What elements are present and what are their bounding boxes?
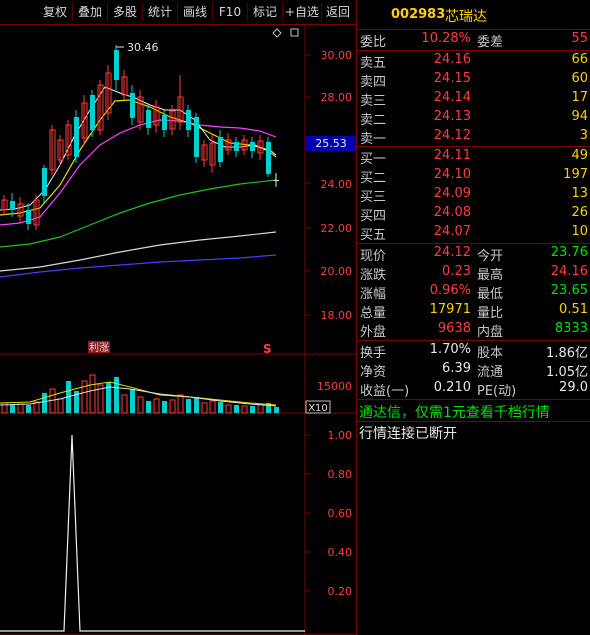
connection-status: 行情连接已断开: [359, 426, 457, 442]
price-tick-30: 30.00: [321, 49, 353, 62]
quote-row-pct: 涨幅 0.96% 最低 23.65: [360, 283, 588, 302]
svg-text:利涨: 利涨: [89, 342, 109, 354]
ask-row-3[interactable]: 卖三 24.14 17: [357, 90, 590, 109]
candlesticks: [1, 45, 279, 230]
bid-row-2[interactable]: 买二 24.10 197: [357, 167, 590, 186]
volume-tick-15000: 15000: [317, 380, 352, 393]
ask-row-2[interactable]: 卖二 24.13 94: [357, 109, 590, 128]
bid-row-5[interactable]: 买五 24.07 10: [357, 224, 590, 243]
stock-title: 002983 芯瑞达: [357, 0, 590, 30]
price-tick-20: 20.00: [321, 265, 353, 278]
quote-row-change: 涨跌 0.23 最高 24.16: [360, 264, 588, 283]
quote-row-price: 现价 24.12 今开 23.76: [360, 245, 588, 264]
price-tick-18: 18.00: [321, 309, 353, 322]
bid-row-1[interactable]: 买一 24.11 49: [357, 148, 590, 167]
volume-multiplier: X10: [308, 403, 328, 414]
back-button[interactable]: 返回: [322, 3, 354, 21]
ask-row-4[interactable]: 卖四 24.15 60: [357, 71, 590, 90]
chart-area[interactable]: 30.00 28.00 24.00 22.00 20.00 18.00 25.5…: [0, 25, 356, 635]
weibi-row: 委比 10.28% 委差 55: [360, 31, 588, 50]
svg-text:25.53: 25.53: [315, 137, 347, 150]
fundamental-row-netasset: 净资 6.39 流通 1.05亿: [360, 361, 588, 380]
bid-row-3[interactable]: 买三 24.09 13: [357, 186, 590, 205]
quote-panel: 002983 芯瑞达 委比 10.28% 委差 55 卖五 24.16 66 卖…: [356, 0, 590, 635]
indicator-line: [0, 434, 305, 632]
fundamental-row-turnover: 换手 1.70% 股本 1.86亿: [360, 342, 588, 361]
stock-code[interactable]: 002983: [391, 7, 445, 22]
quote-row-outer-inner: 外盘 9638 内盘 8333: [360, 321, 588, 340]
volume-bars: [1, 374, 279, 414]
current-price-tag: 25.53: [306, 136, 356, 151]
overlay-button[interactable]: 叠加: [73, 3, 108, 21]
high-price-marker: 30.46: [116, 41, 159, 54]
price-tick-22: 22.00: [321, 222, 353, 235]
indicator-tick-04: 0.40: [328, 546, 353, 559]
add-favorite-button[interactable]: +自选: [283, 3, 322, 21]
indicator-tick-02: 0.20: [328, 585, 353, 598]
indicator-tick-08: 0.80: [328, 468, 353, 481]
ma-magenta-line: [0, 119, 277, 226]
price-tick-28: 28.00: [321, 91, 353, 104]
fuquan-button[interactable]: 复权: [38, 3, 73, 21]
draw-line-button[interactable]: 画线: [178, 3, 213, 21]
level2-promo-link[interactable]: 通达信，仅需1元查看千档行情: [359, 402, 550, 422]
ma-blue-line: [0, 254, 277, 278]
fundamental-row-eps: 收益(一) 0.210 PE(动) 29.0: [360, 380, 588, 399]
ask-row-1[interactable]: 卖一 24.12 3: [357, 128, 590, 147]
diamond-icon[interactable]: [272, 28, 282, 38]
indicator-tick-06: 0.60: [328, 507, 353, 520]
indicator-tick-1: 1.00: [328, 429, 353, 442]
stock-name[interactable]: 芯瑞达: [445, 6, 487, 26]
bid-row-4[interactable]: 买四 24.08 26: [357, 205, 590, 224]
ask-row-5[interactable]: 卖五 24.16 66: [357, 52, 590, 71]
statistics-button[interactable]: 统计: [143, 3, 178, 21]
quote-row-volume: 总量 17971 量比 0.51: [360, 302, 588, 321]
sell-signal-marker: S: [263, 342, 272, 356]
signal-tag: 利涨: [88, 341, 110, 354]
mark-button[interactable]: 标记: [248, 3, 283, 21]
ma-white-line: [0, 231, 277, 272]
settings-dot-icon[interactable]: [290, 28, 299, 37]
f10-button[interactable]: F10: [213, 3, 248, 21]
svg-text:30.46: 30.46: [127, 41, 159, 54]
chart-toolbar: 复权 叠加 多股 统计 画线 F10 标记 +自选 返回: [0, 0, 356, 25]
price-tick-24: 24.00: [321, 178, 353, 191]
multi-stock-button[interactable]: 多股: [108, 3, 143, 21]
